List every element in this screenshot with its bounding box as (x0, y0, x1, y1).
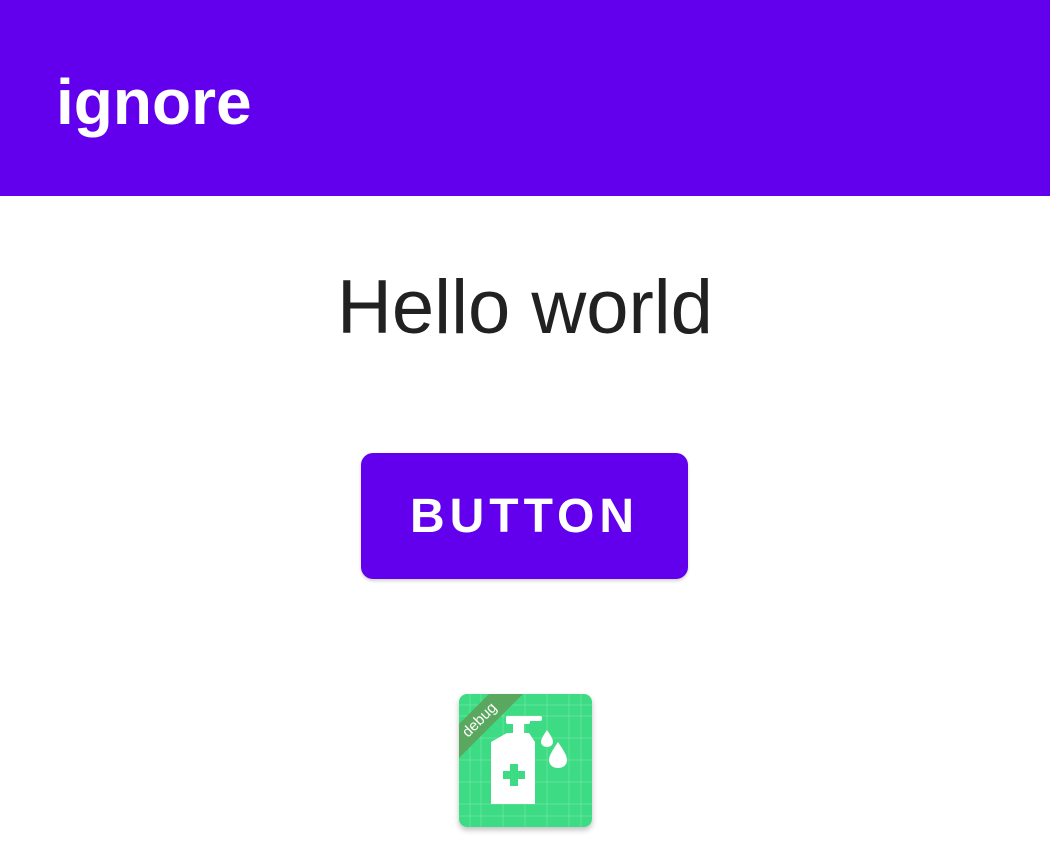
app-bar: ignore (0, 0, 1050, 196)
primary-button[interactable]: BUTTON (361, 453, 688, 579)
hello-text: Hello world (337, 265, 713, 350)
app-icon[interactable]: debug (459, 694, 592, 827)
hand-sanitizer-icon: debug (459, 694, 592, 827)
main-content: Hello world BUTTON debug (0, 196, 1050, 845)
app-title: ignore (56, 66, 252, 138)
